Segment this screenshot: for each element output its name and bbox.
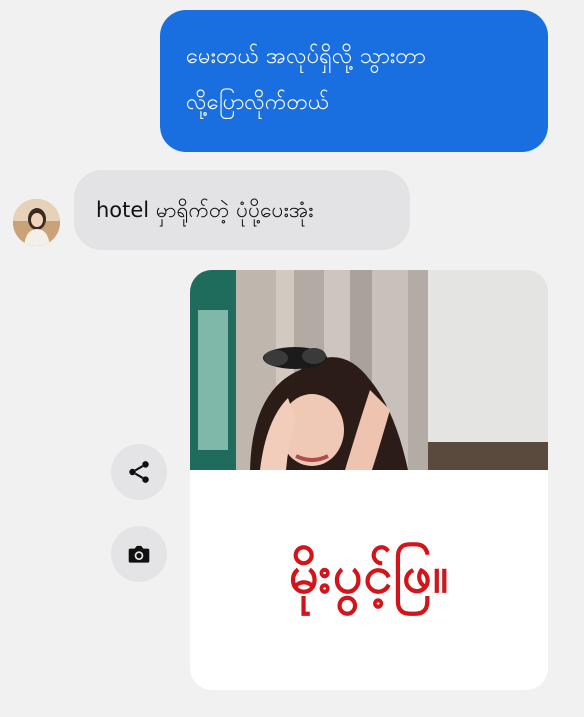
chat-thread: မေးတယ် အလုပ်ရှိလို့ သွားတာ လို့ပြောလိုက်… (0, 0, 584, 717)
share-button[interactable] (111, 444, 167, 500)
outgoing-message-line-1: မေးတယ် အလုပ်ရှိလို့ သွားတာ (186, 44, 426, 69)
avatar[interactable] (13, 199, 60, 246)
media-caption: မိုးပွင့်ဖြ။ (288, 545, 450, 605)
incoming-message[interactable]: hotel မှာရိုက်တဲ့ ပုံပို့ပေးအုံး (74, 170, 410, 250)
media-message[interactable]: မိုးပွင့်ဖြ။ (190, 270, 548, 690)
outgoing-message[interactable]: မေးတယ် အလုပ်ရှိလို့ သွားတာ လို့ပြောလိုက်… (160, 10, 548, 152)
share-icon (129, 461, 149, 483)
camera-icon (128, 545, 150, 563)
camera-button[interactable] (111, 526, 167, 582)
outgoing-message-line-2: လို့ပြောလိုက်တယ် (186, 90, 330, 115)
avatar-image (13, 199, 60, 246)
photo-image[interactable] (190, 270, 548, 470)
